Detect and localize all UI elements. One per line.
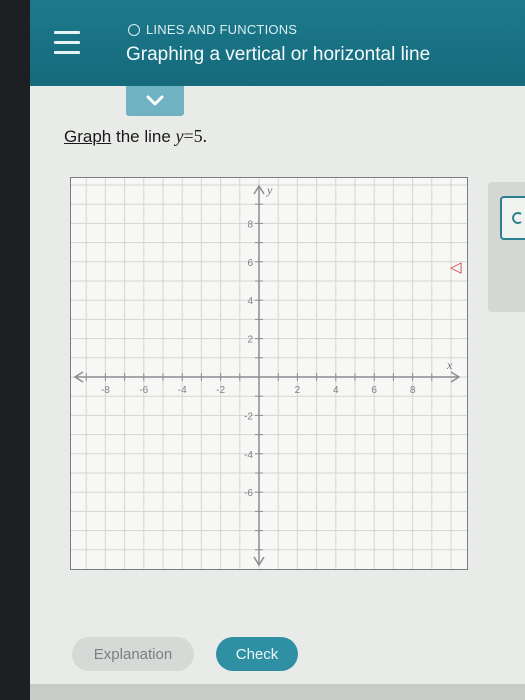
tool-icon[interactable] [500, 196, 525, 240]
topic-circle-icon [128, 23, 140, 36]
topic-text: LINES AND FUNCTIONS [146, 22, 298, 37]
x-tick-label: 2 [295, 385, 301, 396]
bottom-bar [30, 684, 525, 700]
graph-link[interactable]: Graph [64, 127, 111, 146]
screen: LINES AND FUNCTIONS Graphing a vertical … [30, 0, 525, 700]
chevron-down-icon [146, 95, 164, 106]
y-tick-label: 4 [247, 296, 253, 307]
x-tick-label: -2 [216, 385, 225, 396]
x-tick-label: 4 [333, 385, 339, 396]
y-tick-label: 6 [247, 258, 253, 269]
problem-prompt: Graph the line y=5. [64, 126, 207, 147]
check-button[interactable]: Check [216, 637, 298, 671]
coordinate-grid[interactable]: -8 -6 -4 -2 2 4 6 8 8 6 4 2 -2 -4 -6 x y [71, 178, 467, 569]
prompt-equals: = [183, 126, 194, 146]
collapse-arrow-icon[interactable]: ◁ [450, 258, 462, 276]
graph-area[interactable]: -8 -6 -4 -2 2 4 6 8 8 6 4 2 -2 -4 -6 x y [70, 177, 468, 570]
topic-label: LINES AND FUNCTIONS [128, 22, 297, 37]
explanation-button[interactable]: Explanation [72, 637, 194, 671]
prompt-variable: y [175, 126, 184, 146]
x-tick-label: -6 [139, 385, 148, 396]
y-axis-label: y [266, 183, 273, 197]
x-tick-label: 8 [410, 385, 416, 396]
prompt-text: the line [111, 127, 176, 146]
y-tick-label: -2 [244, 411, 253, 422]
x-axis-label: x [446, 358, 453, 372]
expand-tab-button[interactable] [126, 86, 184, 116]
lesson-title: Graphing a vertical or horizontal line [126, 44, 431, 65]
hamburger-menu-icon[interactable] [38, 14, 96, 70]
header-bar: LINES AND FUNCTIONS Graphing a vertical … [30, 0, 525, 86]
y-tick-label: -6 [244, 488, 253, 499]
y-tick-label: 8 [247, 219, 253, 230]
y-tick-label: -4 [244, 450, 253, 461]
x-tick-label: -4 [178, 385, 187, 396]
prompt-value: 5. [193, 126, 208, 146]
y-tick-label: 2 [247, 335, 253, 346]
x-tick-label: 6 [371, 385, 377, 396]
x-tick-label: -8 [101, 385, 110, 396]
